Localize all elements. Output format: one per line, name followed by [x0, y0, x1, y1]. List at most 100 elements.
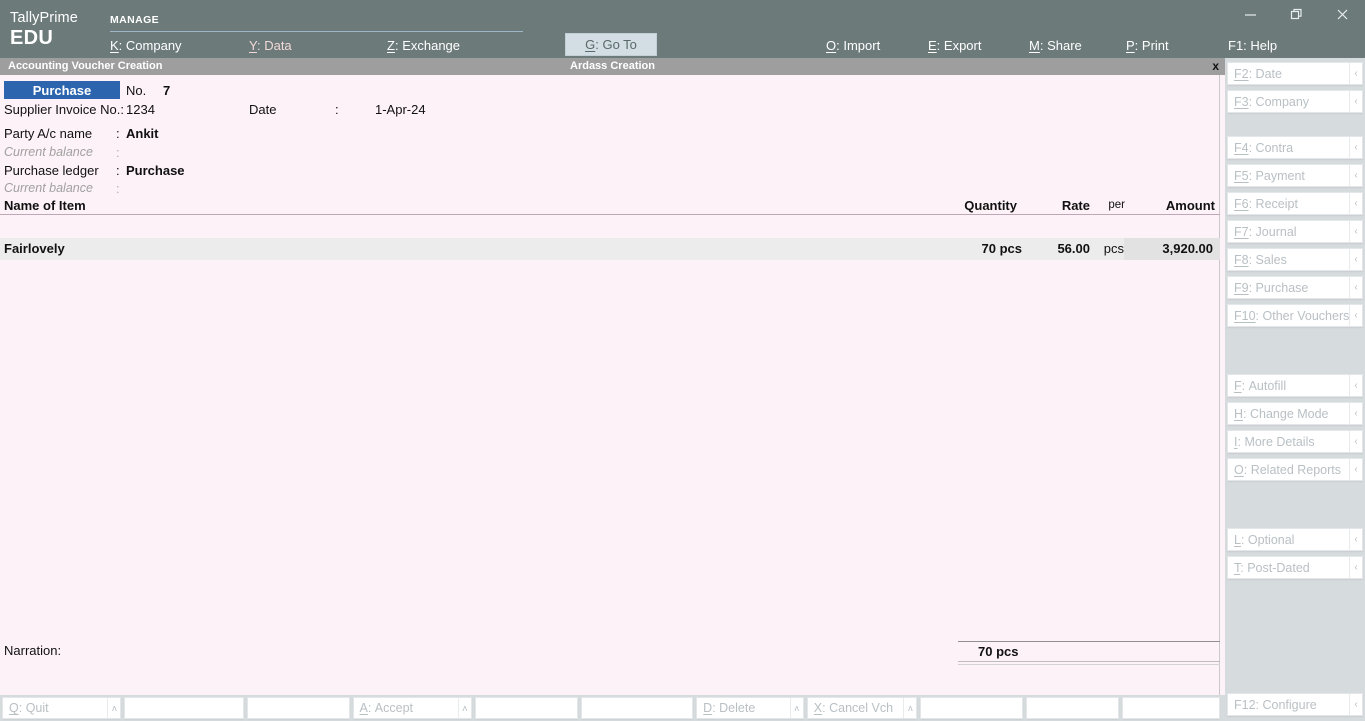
chevron-left-icon: ‹ [1349, 403, 1362, 424]
sidebar-item-purchase[interactable]: F9: Purchase ‹ [1227, 276, 1363, 299]
chevron-left-icon: ‹ [1349, 221, 1362, 242]
sidebar-item-change-mode[interactable]: H: Change Mode ‹ [1227, 402, 1363, 425]
sidebar-item-sales[interactable]: F8: Sales ‹ [1227, 248, 1363, 271]
party-current-balance-colon: : [116, 145, 120, 160]
voucher-no-value[interactable]: 7 [163, 83, 170, 98]
sidebar-item-related-reports[interactable]: O: Related Reports ‹ [1227, 458, 1363, 481]
cell-item-name[interactable]: Fairlovely [4, 241, 65, 256]
supplier-invoice-value[interactable]: 1234 [126, 102, 155, 117]
bottom-action-bar: Q: Quit ʌ A: Accept ʌ D: Delete ʌ X: Can… [0, 695, 1225, 721]
sidebar-key-payment: F5 [1234, 168, 1249, 183]
bottom-button-quit[interactable]: Q: Quit ʌ [2, 697, 122, 719]
sidebar-item-post-dated[interactable]: T: Post-Dated ‹ [1227, 556, 1363, 579]
purchase-ledger-value[interactable]: Purchase [126, 163, 185, 178]
bottom-button-empty-3[interactable] [474, 697, 578, 719]
screen-title-bar: Accounting Voucher Creation Ardass Creat… [0, 58, 1225, 75]
chevron-up-icon: ʌ [107, 698, 120, 718]
bottom-button-cancel-vch[interactable]: X: Cancel Vch ʌ [806, 697, 918, 719]
sidebar-item-journal[interactable]: F7: Journal ‹ [1227, 220, 1363, 243]
sidebar-key-optional: L [1234, 532, 1241, 547]
sidebar-item-payment[interactable]: F5: Payment ‹ [1227, 164, 1363, 187]
supplier-date-label: Date [249, 102, 277, 117]
menu-item-import[interactable]: O: Import [826, 38, 880, 53]
bottom-button-empty-6[interactable] [1026, 697, 1120, 719]
minimize-icon[interactable] [1227, 0, 1273, 28]
purchase-ledger-colon: : [116, 163, 120, 178]
chevron-left-icon: ‹ [1349, 193, 1362, 214]
sidebar-label-more-details: More Details [1244, 434, 1315, 449]
sidebar-item-autofill[interactable]: F: Autofill ‹ [1227, 374, 1363, 397]
bottom-button-empty-2[interactable] [246, 697, 350, 719]
supplier-date-colon: : [335, 102, 339, 117]
sidebar-key-company: F3 [1234, 94, 1249, 109]
table-row[interactable]: Fairlovely 70 pcs 56.00 pcs 3,920.00 [0, 238, 1220, 260]
sidebar-label-date: Date [1255, 66, 1282, 81]
sidebar-label-other-vouchers: Other Vouchers [1262, 308, 1350, 323]
sidebar-item-contra[interactable]: F4: Contra ‹ [1227, 136, 1363, 159]
bottom-button-empty-1[interactable] [124, 697, 244, 719]
sidebar-label-payment: Payment [1255, 168, 1305, 183]
menu-item-print[interactable]: P: Print [1126, 38, 1169, 53]
menu-item-exchange[interactable]: Z: Exchange [387, 38, 460, 53]
sidebar-item-configure[interactable]: F12: Configure ‹ [1227, 693, 1363, 716]
menu-item-export[interactable]: E: Export [928, 38, 981, 53]
brand-edition: EDU [10, 27, 54, 49]
party-ac-colon: : [116, 126, 120, 141]
totals-bottom-rule-2 [958, 664, 1220, 665]
menu-item-data[interactable]: Y: Data [249, 38, 292, 53]
cell-quantity[interactable]: 70 pcs [982, 241, 1022, 256]
sidebar-item-more-details[interactable]: I: More Details ‹ [1227, 430, 1363, 453]
menu-item-help[interactable]: F1: Help [1228, 38, 1277, 53]
chevron-left-icon: ‹ [1349, 694, 1362, 715]
sidebar-key-date: F2 [1234, 66, 1249, 81]
sidebar-item-optional[interactable]: L: Optional ‹ [1227, 528, 1363, 551]
cell-amount[interactable]: 3,920.00 [1162, 241, 1213, 256]
chevron-left-icon: ‹ [1349, 305, 1362, 326]
supplier-invoice-label: Supplier Invoice No.: [4, 102, 124, 117]
menu-item-share[interactable]: M: Share [1029, 38, 1082, 53]
chevron-left-icon: ‹ [1349, 557, 1362, 578]
sidebar-item-date[interactable]: F2: Date ‹ [1227, 62, 1363, 85]
sidebar-key-sales: F8 [1234, 252, 1249, 267]
bottom-button-empty-5[interactable] [920, 697, 1024, 719]
party-current-balance-label: Current balance [4, 145, 93, 159]
sidebar-label-company: Company [1255, 94, 1310, 109]
supplier-date-value[interactable]: 1-Apr-24 [375, 102, 426, 117]
sidebar-label-purchase: Purchase [1255, 280, 1309, 295]
chevron-left-icon: ‹ [1349, 375, 1362, 396]
menu-label-exchange: Exchange [402, 38, 461, 53]
cell-rate[interactable]: 56.00 [1057, 241, 1090, 256]
cell-per[interactable]: pcs [1104, 241, 1124, 256]
bottom-button-delete[interactable]: D: Delete ʌ [696, 697, 804, 719]
bottom-button-empty-7[interactable] [1122, 697, 1220, 719]
voucher-type-badge[interactable]: Purchase [4, 81, 120, 99]
totals-top-rule [958, 641, 1220, 642]
chevron-left-icon: ‹ [1349, 91, 1362, 112]
menu-key-export: E [928, 38, 937, 53]
menu-key-company: K [110, 38, 119, 53]
sidebar-item-company[interactable]: F3: Company ‹ [1227, 90, 1363, 113]
sidebar-group-gap-2 [1225, 332, 1365, 374]
menu-item-company[interactable]: K: Company [110, 38, 182, 53]
sidebar-item-receipt[interactable]: F6: Receipt ‹ [1227, 192, 1363, 215]
sidebar-label-change-mode: Change Mode [1249, 406, 1329, 421]
close-screen-icon[interactable]: x [1212, 59, 1219, 73]
party-ac-value[interactable]: Ankit [126, 126, 159, 141]
bottom-button-accept[interactable]: A: Accept ʌ [352, 697, 472, 719]
sidebar-item-other-vouchers[interactable]: F10: Other Vouchers ‹ [1227, 304, 1363, 327]
window-controls [1225, 0, 1365, 28]
total-quantity: 70 pcs [978, 644, 1019, 659]
app-logo: TallyPrime EDU [10, 10, 105, 50]
narration-label: Narration: [4, 643, 62, 658]
bottom-button-empty-4[interactable] [580, 697, 694, 719]
goto-button[interactable]: G: Go To [565, 33, 657, 56]
sidebar-label-related-reports: Related Reports [1250, 462, 1342, 477]
ledger-current-balance-label: Current balance [4, 181, 93, 195]
chevron-left-icon: ‹ [1349, 459, 1362, 480]
close-icon[interactable] [1319, 0, 1365, 28]
chevron-left-icon: ‹ [1349, 249, 1362, 270]
chevron-left-icon: ‹ [1349, 431, 1362, 452]
restore-icon[interactable] [1273, 0, 1319, 28]
sidebar-key-related-reports: O [1234, 462, 1244, 477]
goto-label: Go To [602, 37, 637, 52]
